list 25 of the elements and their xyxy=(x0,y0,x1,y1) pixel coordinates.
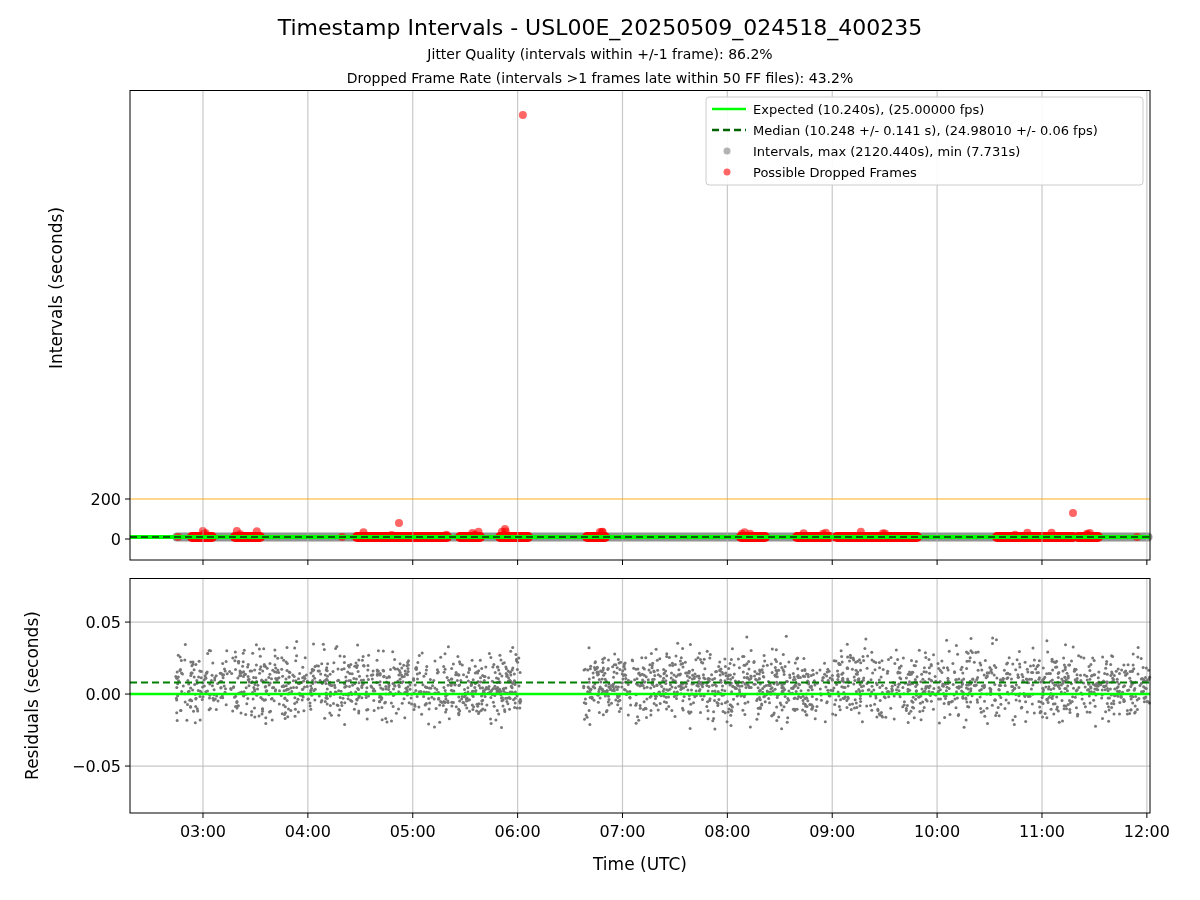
chart-subtitle: Dropped Frame Rate (intervals >1 frames late within 50 FF files): 43.2% xyxy=(346,69,854,88)
legend-label: Possible Dropped Frames xyxy=(753,165,917,180)
legend-label: Median (10.248 +/- 0.141 s), (24.98010 +/- 0.06 fps) xyxy=(753,123,1098,138)
tick-label: 0.00 xyxy=(85,685,121,705)
tick-label: 05:00 xyxy=(389,822,436,841)
axis-label: Time (UTC) xyxy=(593,854,687,874)
axis-label: Intervals (seconds) xyxy=(46,206,66,370)
chart-subtitle: Jitter Quality (intervals within +/-1 frame): 86.2% xyxy=(427,45,773,64)
figure-title: Timestamp Intervals - USL00E_20250509_024518_400235 xyxy=(277,14,923,42)
tick-label: 10:00 xyxy=(914,822,961,841)
tick-label: 03:00 xyxy=(179,822,227,841)
tick-label: 06:00 xyxy=(494,822,541,841)
tick-label: 0.05 xyxy=(85,613,121,633)
legend-label: Expected (10.240s), (25.00000 fps) xyxy=(753,102,985,117)
tick-label: −0.05 xyxy=(71,757,121,777)
tick-label: 200 xyxy=(90,490,121,509)
tick-label: 04:00 xyxy=(284,822,331,841)
tick-label: 07:00 xyxy=(599,822,646,841)
tick-label: 0 xyxy=(110,530,121,549)
tick-label: 11:00 xyxy=(1018,822,1066,841)
tick-label: 09:00 xyxy=(809,822,856,841)
tick-label: 08:00 xyxy=(704,822,751,841)
tick-label: 12:00 xyxy=(1123,822,1170,841)
legend-label: Intervals, max (2120.440s), min (7.731s) xyxy=(753,144,1021,159)
axis-label: Residuals (seconds) xyxy=(22,611,42,780)
